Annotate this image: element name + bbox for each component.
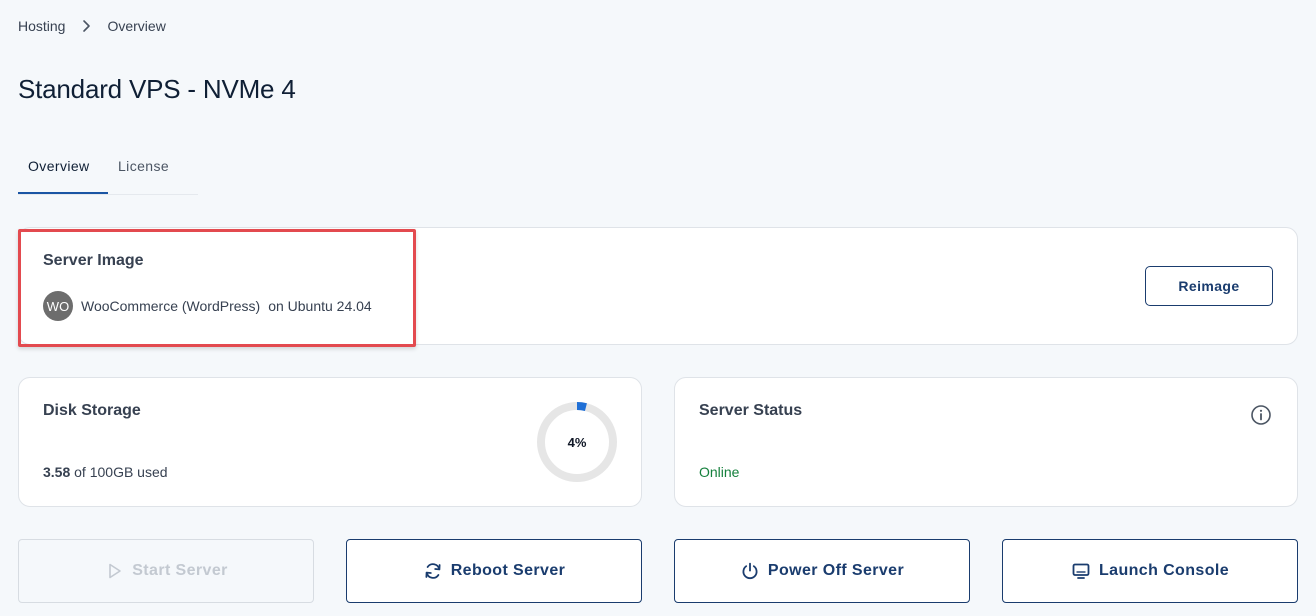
reboot-server-button[interactable]: Reboot Server bbox=[346, 539, 642, 603]
monitor-icon bbox=[1072, 563, 1090, 579]
tab-bar: Overview License bbox=[18, 148, 198, 195]
launch-console-button[interactable]: Launch Console bbox=[1002, 539, 1298, 603]
server-image-info: WO WooCommerce (WordPress) on Ubuntu 24.… bbox=[43, 291, 372, 321]
breadcrumb-overview: Overview bbox=[107, 18, 166, 34]
server-image-title: Server Image bbox=[43, 252, 144, 269]
disk-usage-percent: 4% bbox=[567, 434, 587, 450]
server-image-card: Server Image WO WooCommerce (WordPress) … bbox=[18, 227, 1298, 345]
server-status-value: Online bbox=[699, 464, 740, 480]
server-image-app: WooCommerce (WordPress) bbox=[81, 298, 261, 314]
start-server-label: Start Server bbox=[132, 562, 228, 579]
page: Hosting Overview Standard VPS - NVMe 4 O… bbox=[0, 0, 1316, 616]
breadcrumb: Hosting Overview bbox=[18, 18, 166, 34]
disk-storage-card: Disk Storage 3.58 of 100GB used 4% bbox=[18, 377, 642, 507]
server-status-title: Server Status bbox=[699, 402, 803, 419]
breadcrumb-hosting[interactable]: Hosting bbox=[18, 18, 65, 34]
power-off-server-button[interactable]: Power Off Server bbox=[674, 539, 970, 603]
info-icon[interactable] bbox=[1250, 404, 1272, 426]
disk-usage-text: 3.58 of 100GB used bbox=[43, 464, 168, 480]
reboot-server-label: Reboot Server bbox=[450, 562, 566, 579]
disk-used-suffix: of 100GB used bbox=[70, 464, 168, 480]
launch-console-label: Launch Console bbox=[1098, 562, 1230, 579]
play-icon bbox=[109, 563, 122, 579]
power-icon bbox=[742, 562, 758, 580]
disk-storage-title: Disk Storage bbox=[43, 402, 141, 419]
disk-used-value: 3.58 bbox=[43, 464, 71, 480]
server-status-card: Server Status Online bbox=[674, 377, 1298, 507]
refresh-icon bbox=[425, 563, 441, 579]
tab-overview[interactable]: Overview bbox=[18, 148, 108, 194]
tab-license[interactable]: License bbox=[108, 148, 179, 184]
app-badge: WO bbox=[43, 291, 73, 321]
chevron-right-icon bbox=[79, 19, 93, 33]
power-off-server-label: Power Off Server bbox=[767, 562, 905, 579]
start-server-button[interactable]: Start Server bbox=[18, 539, 314, 603]
page-title: Standard VPS - NVMe 4 bbox=[18, 74, 296, 104]
server-image-os: on Ubuntu 24.04 bbox=[268, 298, 372, 314]
reimage-button[interactable]: Reimage bbox=[1145, 266, 1273, 306]
